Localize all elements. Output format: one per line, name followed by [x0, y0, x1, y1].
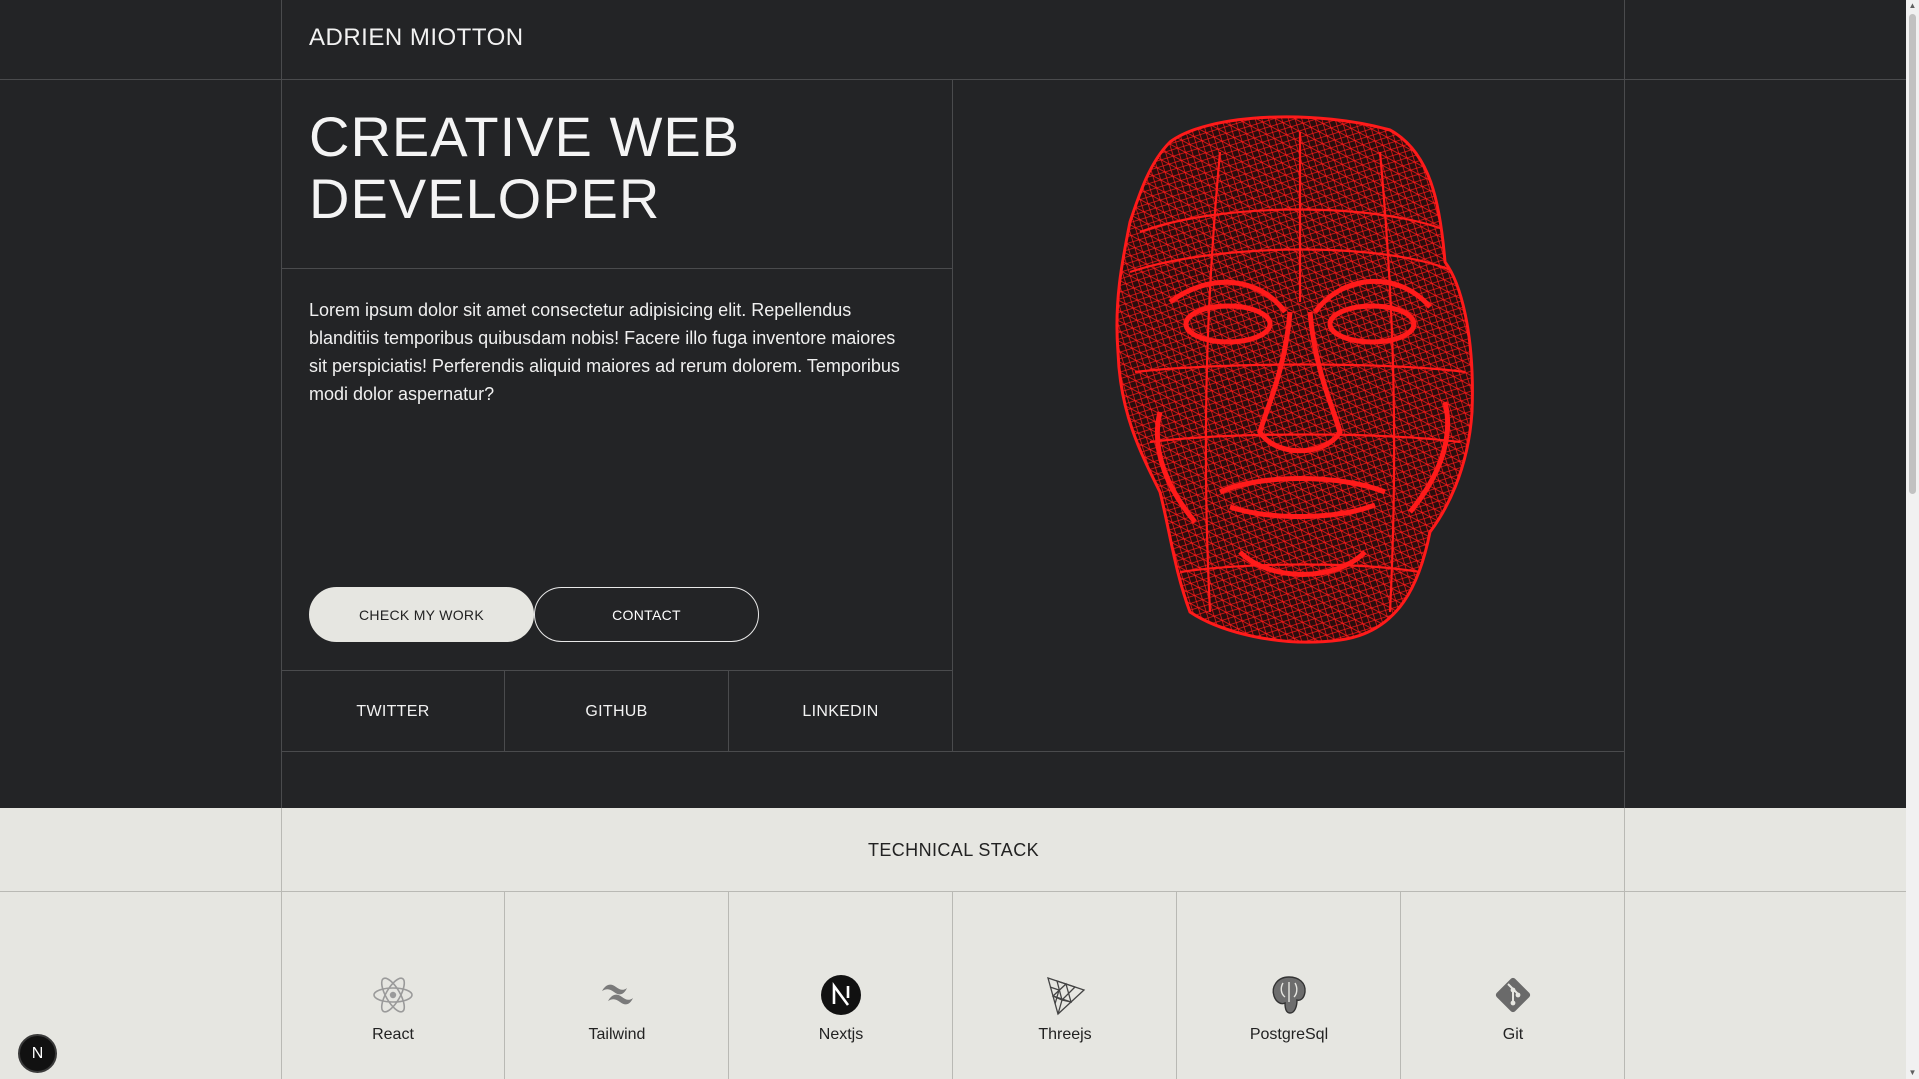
page-scrollbar[interactable]: ▲ ▼ — [1906, 0, 1919, 1079]
technical-stack-section: TECHNICAL STACK React Tailwind Nextjs Th… — [0, 808, 1906, 1079]
tech-item-postgresql[interactable]: PostgreSql — [1177, 892, 1401, 1079]
title-line-2: DEVELOPER — [309, 167, 661, 230]
tech-label: PostgreSql — [1249, 1026, 1329, 1043]
tech-item-nextjs[interactable]: Nextjs — [729, 892, 953, 1079]
threejs-icon — [1047, 976, 1086, 1016]
tech-item-git[interactable]: Git — [1401, 892, 1625, 1079]
nextjs-badge-icon[interactable]: N — [18, 1034, 57, 1073]
grid-line — [281, 670, 952, 671]
scroll-up-icon[interactable]: ▲ — [1906, 0, 1919, 12]
contact-button[interactable]: CONTACT — [534, 587, 759, 642]
github-link[interactable]: GITHUB — [505, 672, 728, 751]
tech-label: Nextjs — [818, 1026, 864, 1043]
check-my-work-button[interactable]: CHECK MY WORK — [309, 587, 534, 642]
badge-label: N — [31, 1044, 44, 1062]
grid-line — [281, 751, 1624, 752]
twitter-link[interactable]: TWITTER — [282, 672, 504, 751]
tech-label: Git — [1502, 1026, 1524, 1043]
grid-line — [1624, 0, 1625, 808]
page: ADRIEN MIOTTON CREATIVE WEB DEVELOPER Lo… — [0, 0, 1906, 1079]
scroll-down-icon[interactable]: ▼ — [1906, 1067, 1919, 1079]
bio-text: Lorem ipsum dolor sit amet consectetur a… — [309, 300, 900, 404]
react-icon — [373, 977, 413, 1013]
wireframe-face-icon — [1100, 112, 1490, 652]
grid-line — [0, 79, 1906, 80]
grid-line — [952, 80, 953, 751]
grid-line — [281, 268, 952, 269]
tech-item-threejs[interactable]: Threejs — [953, 892, 1177, 1079]
page-title: CREATIVE WEB DEVELOPER — [309, 106, 929, 230]
section-title: TECHNICAL STACK — [867, 840, 1040, 860]
postgresql-icon — [1272, 976, 1306, 1014]
title-line-1: CREATIVE WEB — [309, 105, 741, 168]
tech-label: Tailwind — [588, 1026, 646, 1043]
tech-item-tailwind[interactable]: Tailwind — [505, 892, 729, 1079]
tech-label: Threejs — [1038, 1026, 1092, 1043]
wireframe-face-graphic — [1115, 115, 1474, 644]
tailwind-icon — [602, 984, 633, 1005]
tech-item-react[interactable]: React — [281, 892, 505, 1079]
scrollbar-thumb[interactable] — [1909, 14, 1916, 494]
git-icon — [1495, 977, 1531, 1013]
nextjs-icon — [821, 975, 861, 1015]
site-brand[interactable]: ADRIEN MIOTTON — [309, 24, 524, 52]
linkedin-link[interactable]: LINKEDIN — [729, 672, 952, 751]
tech-label: React — [372, 1026, 414, 1043]
